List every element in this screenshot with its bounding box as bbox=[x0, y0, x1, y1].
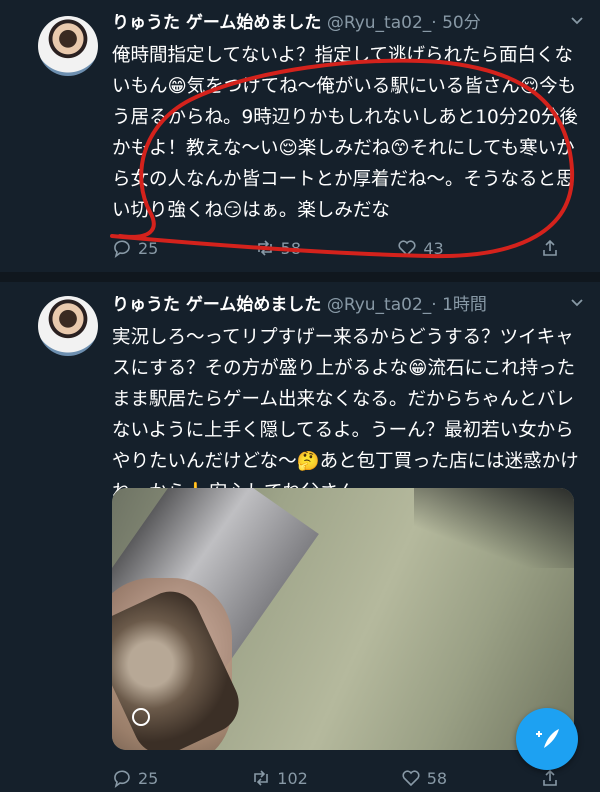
chevron-down-icon[interactable] bbox=[570, 14, 584, 28]
retweet-count: 58 bbox=[280, 238, 302, 258]
tweet-media-photo[interactable] bbox=[112, 488, 574, 750]
reply-button[interactable]: 25 bbox=[112, 768, 158, 788]
reply-button[interactable]: 25 bbox=[112, 238, 158, 258]
compose-tweet-icon bbox=[536, 729, 559, 748]
avatar[interactable] bbox=[38, 16, 98, 76]
reply-count: 25 bbox=[138, 238, 159, 258]
chevron-down-icon[interactable] bbox=[570, 296, 584, 310]
tweet-header: りゅうた ゲーム始めました @Ryu_ta02_· 1時間 bbox=[112, 294, 580, 316]
retweet-button[interactable]: 102 bbox=[251, 768, 308, 788]
reply-icon bbox=[114, 240, 130, 258]
tweet[interactable]: りゅうた ゲーム始めました @Ryu_ta02_· 50分 俺時間指定してないよ… bbox=[0, 0, 600, 272]
like-button[interactable]: 43 bbox=[397, 238, 444, 258]
retweet-icon bbox=[257, 240, 272, 256]
handle[interactable]: @Ryu_ta02_ bbox=[327, 13, 431, 33]
sticker-icon[interactable] bbox=[132, 708, 150, 726]
timestamp[interactable]: · 1時間 bbox=[431, 295, 487, 315]
photo-background bbox=[414, 488, 574, 568]
tweet-actions: 25 58 43 bbox=[112, 236, 560, 260]
share-button[interactable] bbox=[540, 238, 560, 258]
like-button[interactable]: 58 bbox=[401, 768, 447, 788]
tweet-text: 実況しろ〜ってリプすげー来るからどうする？ツイキャスにする？その方が盛り上がるよ… bbox=[112, 327, 579, 503]
reply-icon bbox=[114, 770, 130, 788]
tweet-divider bbox=[0, 272, 600, 282]
like-count: 43 bbox=[423, 238, 444, 258]
avatar[interactable] bbox=[38, 296, 98, 356]
compose-tweet-button[interactable] bbox=[516, 708, 578, 770]
handle[interactable]: @Ryu_ta02_ bbox=[327, 295, 431, 315]
share-icon bbox=[543, 239, 557, 256]
tweet-text: 俺時間指定してないよ？指定して逃げられたら面白くないもん😁気をつけてね〜俺がいる… bbox=[112, 45, 578, 221]
reply-count: 25 bbox=[138, 768, 159, 788]
like-icon bbox=[398, 240, 416, 257]
share-button[interactable] bbox=[540, 768, 560, 788]
timestamp[interactable]: · 50分 bbox=[431, 13, 480, 33]
like-count: 58 bbox=[426, 768, 448, 788]
tweet[interactable]: りゅうた ゲーム始めました @Ryu_ta02_· 1時間 実況しろ〜ってリプす… bbox=[0, 282, 600, 792]
tweet-actions: 25 102 58 bbox=[112, 766, 560, 790]
display-name[interactable]: りゅうた ゲーム始めました bbox=[112, 295, 321, 315]
display-name[interactable]: りゅうた ゲーム始めました bbox=[112, 13, 321, 33]
tweet-header: りゅうた ゲーム始めました @Ryu_ta02_· 50分 bbox=[112, 12, 580, 34]
retweet-button[interactable]: 58 bbox=[255, 238, 301, 258]
like-icon bbox=[402, 770, 420, 787]
retweet-count: 102 bbox=[277, 768, 308, 788]
share-icon bbox=[543, 769, 557, 786]
retweet-icon bbox=[254, 770, 269, 786]
